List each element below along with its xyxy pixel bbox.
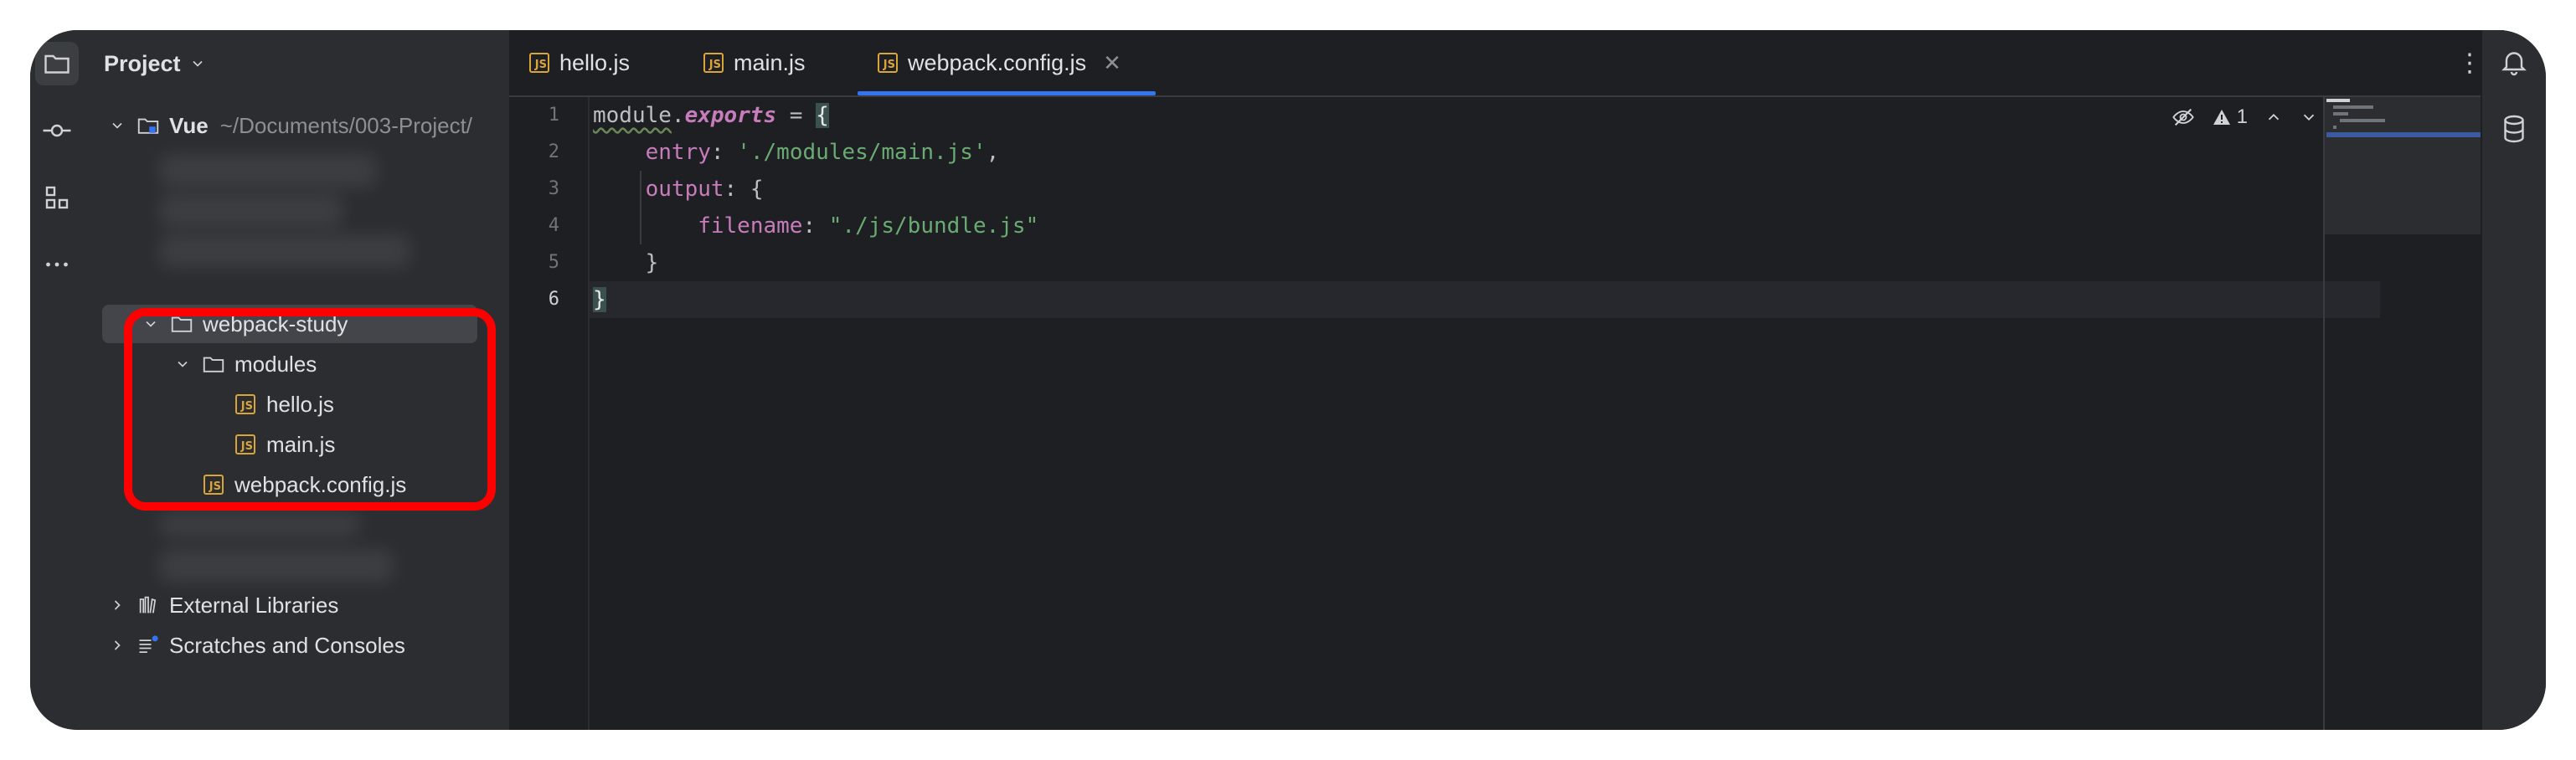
library-icon — [136, 593, 161, 618]
tree-root-vue[interactable]: Vue ~/Documents/003-Project/ — [106, 107, 472, 144]
warning-indicator[interactable]: 1 — [2212, 105, 2248, 129]
blurred-content — [159, 549, 394, 583]
ide-window: Project Vue ~/Documents/003-Project/ web… — [30, 30, 2546, 730]
code-content[interactable]: module.exports = { entry: './modules/mai… — [590, 97, 2264, 730]
line-number-gutter: 1 2 3 4 5 6 — [509, 97, 590, 730]
line-number: 6 — [548, 289, 559, 310]
tree-item-label: External Libraries — [169, 592, 339, 618]
code-line-5[interactable]: } — [593, 244, 659, 281]
root-path: ~/Documents/003-Project/ — [219, 112, 473, 138]
more-vertical-icon[interactable]: ⋮ — [2457, 49, 2482, 78]
chevron-down-icon[interactable] — [106, 114, 129, 137]
blurred-content — [159, 194, 343, 228]
chevron-right-icon[interactable] — [106, 593, 129, 617]
tab-label: main.js — [734, 49, 806, 75]
tree-item-label: Scratches and Consoles — [169, 632, 405, 658]
project-tool-button[interactable] — [35, 42, 79, 85]
js-file-icon: JS — [878, 53, 898, 73]
root-name: Vue — [169, 112, 209, 138]
highlight-annotation-box — [124, 308, 496, 511]
line-number: 5 — [548, 252, 559, 273]
module-folder-icon — [136, 113, 161, 138]
editor-tab-bar: JS hello.js JS main.js JS webpack.config… — [509, 30, 2512, 97]
code-line-2[interactable]: entry: './modules/main.js', — [593, 134, 1000, 171]
warning-count: 1 — [2236, 105, 2248, 128]
structure-tool-button[interactable] — [35, 176, 79, 219]
minimap-line — [2333, 126, 2336, 129]
js-file-icon: JS — [703, 53, 724, 73]
line-number: 4 — [548, 215, 559, 236]
left-tool-strip — [30, 30, 85, 730]
more-tools-button[interactable] — [35, 243, 79, 286]
blurred-content — [159, 512, 360, 537]
line-number: 3 — [548, 178, 559, 199]
warning-icon — [2213, 110, 2230, 125]
database-icon — [2504, 115, 2524, 143]
folder-icon — [44, 54, 70, 74]
js-file-icon: JS — [529, 53, 549, 73]
editor-area: JS hello.js JS main.js JS webpack.config… — [509, 30, 2512, 730]
chevron-up-icon[interactable] — [2264, 108, 2283, 126]
project-panel: Project Vue ~/Documents/003-Project/ web… — [84, 30, 511, 730]
code-line-1[interactable]: module.exports = { — [593, 97, 829, 134]
blurred-content — [159, 154, 377, 187]
eye-off-icon[interactable] — [2172, 105, 2195, 129]
scratch-icon — [136, 633, 161, 658]
inspection-widget: 1 — [2172, 105, 2318, 129]
line-number: 1 — [548, 105, 559, 126]
project-panel-header[interactable]: Project — [104, 47, 206, 80]
minimap-line — [2333, 105, 2373, 109]
chevron-down-icon — [192, 60, 203, 67]
minimap-line — [2340, 119, 2385, 122]
code-line-4[interactable]: filename: "./js/bundle.js" — [593, 208, 1038, 244]
notifications-button[interactable] — [2497, 45, 2531, 79]
chevron-right-icon[interactable] — [106, 634, 129, 657]
bell-icon — [2501, 52, 2527, 76]
database-button[interactable] — [2497, 112, 2531, 146]
tab-hello-js[interactable]: JS hello.js — [509, 30, 650, 95]
minimap-line — [2333, 112, 2348, 116]
commit-icon — [43, 124, 71, 137]
code-line-3[interactable]: output: { — [593, 171, 764, 208]
tree-item-scratches-and-consoles[interactable]: Scratches and Consoles — [106, 627, 405, 664]
tree-item-external-libraries[interactable]: External Libraries — [106, 587, 338, 624]
right-tool-strip — [2481, 30, 2546, 730]
minimap-line — [2326, 99, 2350, 102]
tab-label: webpack.config.js — [908, 49, 1087, 75]
code-line-6[interactable]: } — [593, 281, 606, 318]
tab-webpack-config-js[interactable]: JS webpack.config.js ✕ — [858, 30, 1156, 95]
structure-icon — [45, 186, 69, 209]
tab-main-js[interactable]: JS main.js — [683, 30, 826, 95]
more-horizontal-icon — [46, 262, 68, 267]
blurred-content — [159, 234, 410, 268]
commit-tool-button[interactable] — [35, 109, 79, 152]
tab-label: hello.js — [559, 49, 631, 75]
close-icon[interactable]: ✕ — [1103, 50, 1121, 76]
project-panel-title: Project — [104, 50, 181, 76]
chevron-down-icon[interactable] — [2300, 108, 2318, 126]
line-number: 2 — [548, 141, 559, 162]
